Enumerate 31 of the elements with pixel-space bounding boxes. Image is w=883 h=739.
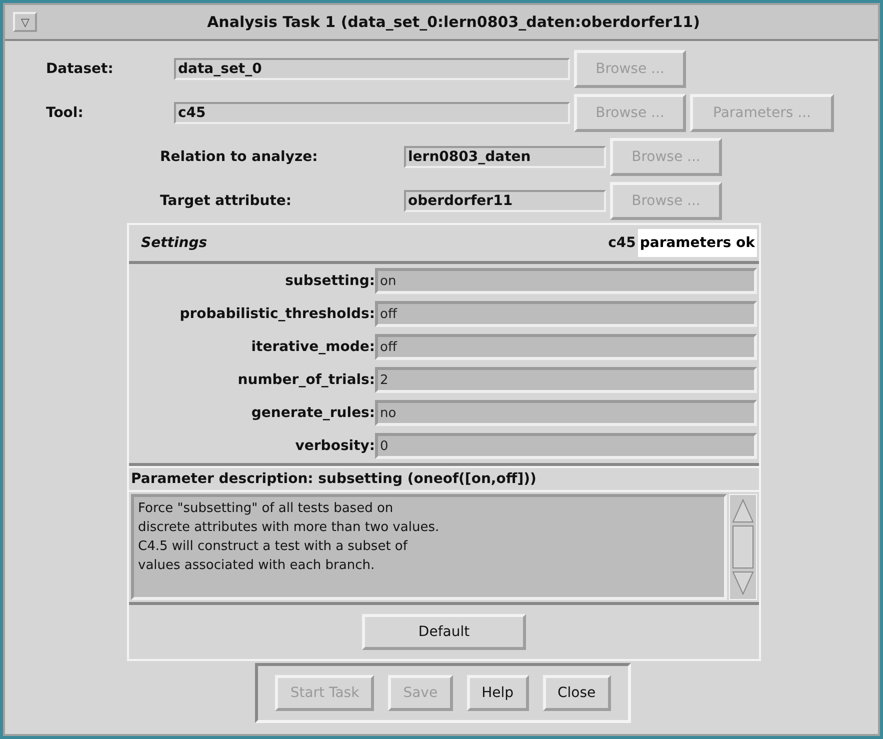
field-label: Relation to analyze: bbox=[160, 149, 319, 165]
field-label: Dataset: bbox=[46, 61, 114, 77]
parameter-field[interactable]: off bbox=[375, 301, 757, 327]
parameter-label: probabilistic_thresholds: bbox=[178, 306, 375, 322]
scrollbar-drawing[interactable] bbox=[729, 494, 757, 600]
window-menu-button[interactable]: ▽ bbox=[13, 12, 37, 32]
parameter-field[interactable]: 0 bbox=[375, 433, 757, 459]
tool-name: c45 bbox=[608, 235, 636, 251]
dialog-button[interactable]: Help bbox=[466, 675, 529, 711]
parameter-field[interactable]: off bbox=[375, 334, 757, 360]
input-field[interactable]: lern0803_daten bbox=[404, 146, 606, 168]
parameter-field[interactable]: on bbox=[375, 268, 757, 294]
parameter-field[interactable]: 2 bbox=[375, 367, 757, 393]
status-message: parameters ok bbox=[638, 229, 757, 257]
field-label: Target attribute: bbox=[160, 193, 292, 209]
dialog-button[interactable]: Close bbox=[542, 675, 611, 711]
field-label: Tool: bbox=[46, 105, 84, 121]
input-field[interactable]: data_set_0 bbox=[174, 58, 570, 80]
parameter-label: number_of_trials: bbox=[236, 372, 375, 388]
parameter-label: iterative_mode: bbox=[250, 339, 375, 355]
parameter-field[interactable]: no bbox=[375, 400, 757, 426]
window-title: Analysis Task 1 (data_set_0:lern0803_daten:oberdorfer11) bbox=[206, 13, 701, 31]
default-button[interactable]: Default bbox=[362, 614, 526, 650]
settings-title: Settings bbox=[141, 235, 208, 251]
description-text: Force "subsetting" of all tests based on discrete attributes with more than two values. C4.5 will construct a test with a subset of values associated with each branch. bbox=[131, 494, 727, 600]
parameter-label: verbosity: bbox=[294, 438, 375, 454]
description-title: Parameter description: subsetting (oneof([on,off])) bbox=[129, 466, 759, 492]
input-field[interactable]: oberdorfer11 bbox=[404, 190, 606, 212]
parameter-label: subsetting: bbox=[284, 273, 375, 289]
parameter-label: generate_rules: bbox=[250, 405, 375, 421]
input-field[interactable]: c45 bbox=[174, 102, 570, 124]
